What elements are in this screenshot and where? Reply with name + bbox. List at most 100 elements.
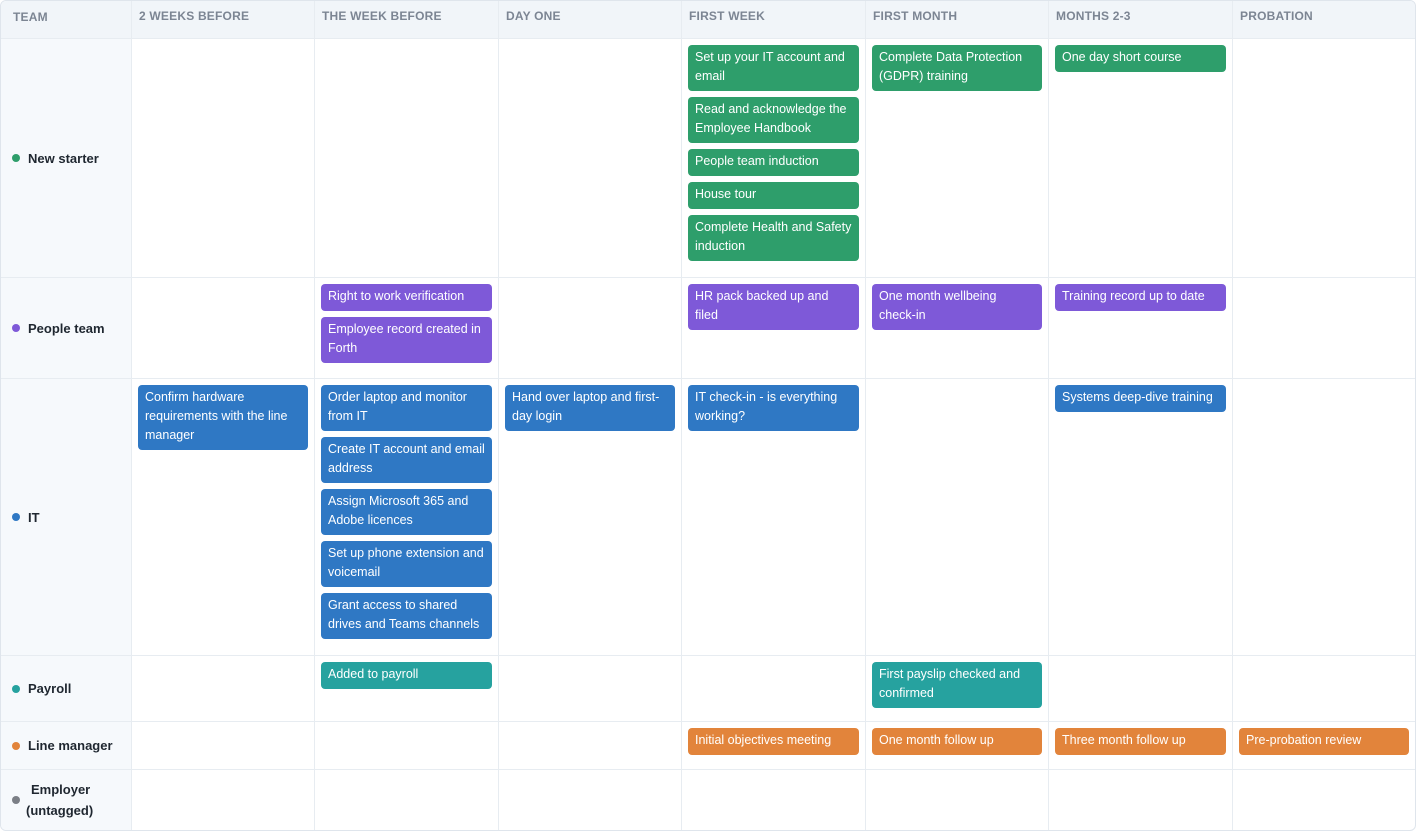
team-name: IT — [28, 509, 40, 525]
cell-payroll-first-month: First payslip checked and confirmed — [866, 656, 1049, 722]
cell-line-manager-probation: Pre-probation review — [1233, 722, 1415, 770]
task-card[interactable]: House tour — [688, 182, 859, 209]
column-header-label: PROBATION — [1240, 8, 1313, 23]
task-card[interactable]: Confirm hardware requirements with the l… — [138, 385, 308, 450]
cell-new-starter-week-before — [315, 39, 499, 278]
task-card[interactable]: One month wellbeing check-in — [872, 284, 1042, 330]
cell-it-first-month — [866, 379, 1049, 656]
cell-employer-day-one — [499, 770, 682, 830]
cell-line-manager-day-one — [499, 722, 682, 770]
task-card[interactable]: Pre-probation review — [1239, 728, 1409, 755]
cell-people-team-week-before: Right to work verification Employee reco… — [315, 278, 499, 379]
column-header-label: FIRST WEEK — [689, 8, 765, 23]
task-card[interactable]: Order laptop and monitor from IT — [321, 385, 492, 431]
column-header-label: MONTHS 2-3 — [1056, 8, 1131, 23]
team-name-line2: (untagged) — [26, 803, 94, 818]
cell-new-starter-2-weeks-before — [132, 39, 315, 278]
cell-it-first-week: IT check-in - is everything working? — [682, 379, 866, 656]
row-header-new-starter: New starter — [1, 39, 132, 278]
row-header-people-team: People team — [1, 278, 132, 379]
cell-employer-probation — [1233, 770, 1415, 830]
column-header-probation: PROBATION — [1233, 1, 1415, 39]
task-card[interactable]: Initial objectives meeting — [688, 728, 859, 755]
task-card[interactable]: HR pack backed up and filed — [688, 284, 859, 330]
row-header-payroll: Payroll — [1, 656, 132, 722]
cell-employer-first-month — [866, 770, 1049, 830]
cell-line-manager-2-weeks-before — [132, 722, 315, 770]
cell-new-starter-first-month: Complete Data Protection (GDPR) training — [866, 39, 1049, 278]
cell-people-team-day-one — [499, 278, 682, 379]
cell-payroll-day-one — [499, 656, 682, 722]
cell-line-manager-months-2-3: Three month follow up — [1049, 722, 1233, 770]
column-header-months-2-3: MONTHS 2-3 — [1049, 1, 1233, 39]
task-card[interactable]: Added to payroll — [321, 662, 492, 689]
column-header-2-weeks-before: 2 WEEKS BEFORE — [132, 1, 315, 39]
task-card[interactable]: One month follow up — [872, 728, 1042, 755]
column-header-day-one: DAY ONE — [499, 1, 682, 39]
onboarding-grid: TEAM 2 WEEKS BEFORE THE WEEK BEFORE DAY … — [1, 1, 1415, 830]
task-card[interactable]: First payslip checked and confirmed — [872, 662, 1042, 708]
team-color-dot — [12, 324, 20, 332]
task-card[interactable]: Hand over laptop and first-day login — [505, 385, 675, 431]
cell-payroll-week-before: Added to payroll — [315, 656, 499, 722]
cell-new-starter-months-2-3: One day short course — [1049, 39, 1233, 278]
task-card[interactable]: Right to work verification — [321, 284, 492, 311]
row-header-line-manager: Line manager — [1, 722, 132, 770]
task-card[interactable]: Set up phone extension and voicemail — [321, 541, 492, 587]
cell-people-team-2-weeks-before — [132, 278, 315, 379]
cell-employer-week-before — [315, 770, 499, 830]
team-name: Payroll — [28, 681, 72, 696]
cell-it-week-before: Order laptop and monitor from IT Create … — [315, 379, 499, 656]
cell-employer-2-weeks-before — [132, 770, 315, 830]
cell-people-team-first-month: One month wellbeing check-in — [866, 278, 1049, 379]
cell-line-manager-first-month: One month follow up — [866, 722, 1049, 770]
cell-people-team-months-2-3: Training record up to date — [1049, 278, 1233, 379]
task-card[interactable]: Systems deep-dive training — [1055, 385, 1226, 412]
task-card[interactable]: Grant access to shared drives and Teams … — [321, 593, 492, 639]
column-header-label: DAY ONE — [506, 8, 561, 23]
cell-people-team-probation — [1233, 278, 1415, 379]
cell-it-2-weeks-before: Confirm hardware requirements with the l… — [132, 379, 315, 656]
cell-people-team-first-week: HR pack backed up and filed — [682, 278, 866, 379]
task-card[interactable]: Set up your IT account and email — [688, 45, 859, 91]
task-card[interactable]: Assign Microsoft 365 and Adobe licences — [321, 489, 492, 535]
cell-new-starter-first-week: Set up your IT account and email Read an… — [682, 39, 866, 278]
cell-line-manager-first-week: Initial objectives meeting — [682, 722, 866, 770]
cell-employer-first-week — [682, 770, 866, 830]
team-color-dot — [12, 513, 20, 521]
task-card[interactable]: Three month follow up — [1055, 728, 1226, 755]
column-header-first-week: FIRST WEEK — [682, 1, 866, 39]
row-header-employer: Employer (untagged) — [1, 770, 132, 830]
team-name-line1: Employer — [31, 782, 91, 797]
column-header-first-month: FIRST MONTH — [866, 1, 1049, 39]
row-header-it: IT — [1, 379, 132, 656]
team-name: Line manager — [28, 738, 113, 753]
task-card[interactable]: Create IT account and email address — [321, 437, 492, 483]
cell-it-months-2-3: Systems deep-dive training — [1049, 379, 1233, 656]
cell-new-starter-probation — [1233, 39, 1415, 278]
column-header-team-label: TEAM — [13, 10, 48, 24]
cell-payroll-2-weeks-before — [132, 656, 315, 722]
team-color-dot — [12, 741, 20, 750]
task-card[interactable]: One day short course — [1055, 45, 1226, 72]
team-color-dot — [12, 154, 20, 162]
task-card[interactable]: Complete Health and Safety induction — [688, 215, 859, 261]
cell-payroll-months-2-3 — [1049, 656, 1233, 722]
cell-it-day-one: Hand over laptop and first-day login — [499, 379, 682, 656]
column-header-label: FIRST MONTH — [873, 8, 958, 23]
column-header-label: 2 WEEKS BEFORE — [139, 8, 250, 23]
task-card[interactable]: Employee record created in Forth — [321, 317, 492, 363]
task-card[interactable]: IT check-in - is everything working? — [688, 385, 859, 431]
task-card[interactable]: Read and acknowledge the Employee Handbo… — [688, 97, 859, 143]
cell-employer-months-2-3 — [1049, 770, 1233, 830]
team-name: Employer (untagged) — [26, 779, 93, 821]
cell-payroll-first-week — [682, 656, 866, 722]
task-card[interactable]: Training record up to date — [1055, 284, 1226, 311]
onboarding-board: TEAM 2 WEEKS BEFORE THE WEEK BEFORE DAY … — [0, 0, 1416, 831]
column-header-week-before: THE WEEK BEFORE — [315, 1, 499, 39]
task-card[interactable]: Complete Data Protection (GDPR) training — [872, 45, 1042, 91]
task-card[interactable]: People team induction — [688, 149, 859, 176]
cell-it-probation — [1233, 379, 1415, 656]
team-color-dot — [12, 684, 20, 693]
cell-line-manager-week-before — [315, 722, 499, 770]
